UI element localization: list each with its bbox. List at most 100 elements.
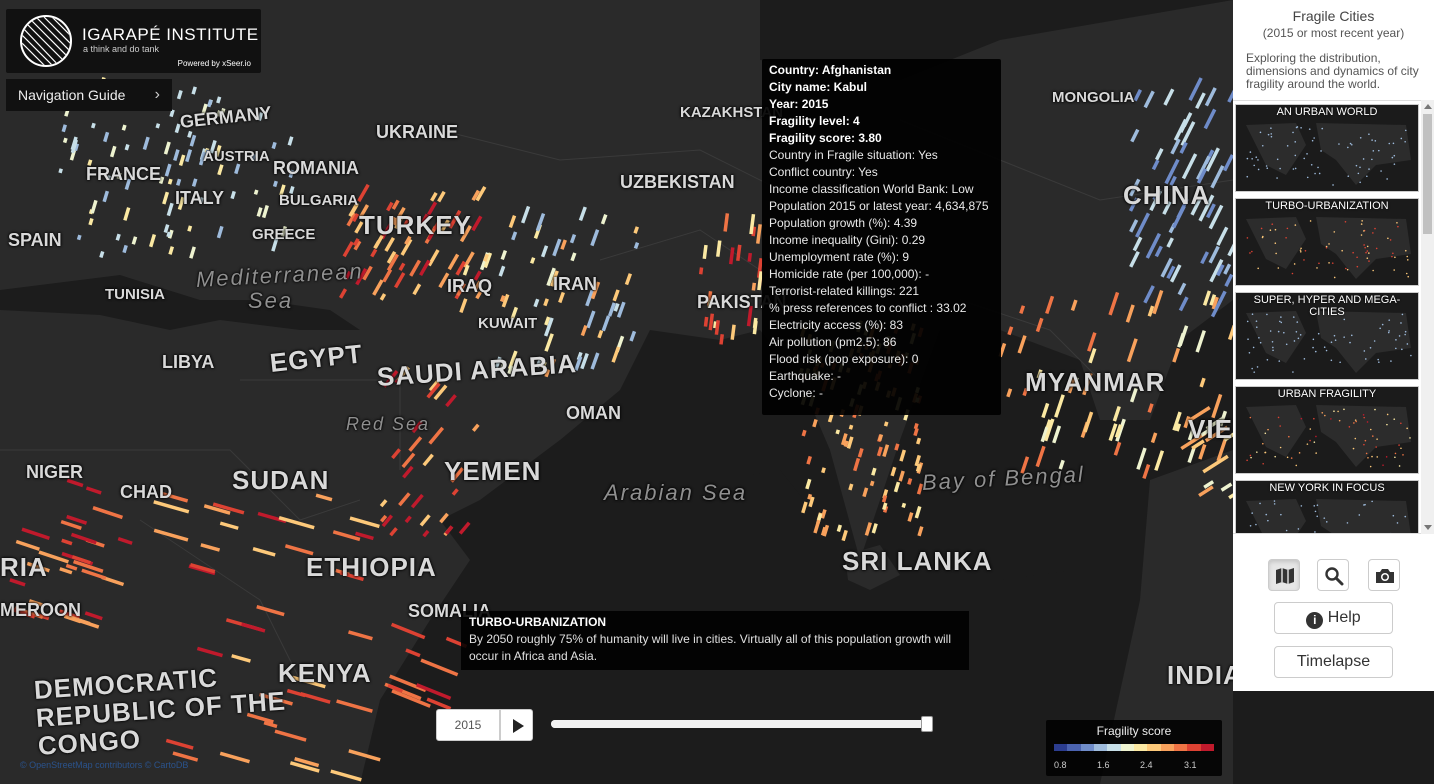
city-spike[interactable] bbox=[698, 267, 704, 275]
city-spike[interactable] bbox=[883, 421, 889, 427]
city-spike[interactable] bbox=[913, 427, 919, 437]
scrollbar-thumb[interactable] bbox=[1423, 114, 1432, 234]
city-spike[interactable] bbox=[751, 282, 757, 291]
city-spike[interactable] bbox=[901, 502, 907, 508]
city-spike[interactable] bbox=[752, 317, 758, 329]
city-spike[interactable] bbox=[58, 168, 63, 174]
city-spike[interactable] bbox=[187, 225, 193, 232]
city-spike[interactable] bbox=[869, 480, 875, 487]
city-spike[interactable] bbox=[820, 526, 827, 536]
city-spike[interactable] bbox=[633, 242, 640, 250]
city-spike[interactable] bbox=[749, 213, 756, 235]
city-spike[interactable] bbox=[915, 437, 922, 445]
city-spike[interactable] bbox=[843, 440, 849, 448]
city-spike[interactable] bbox=[714, 320, 720, 335]
city-spike[interactable] bbox=[1045, 419, 1052, 429]
city-spike[interactable] bbox=[122, 244, 128, 254]
help-button[interactable]: i Help bbox=[1274, 602, 1393, 634]
city-spike[interactable] bbox=[167, 178, 173, 185]
city-spike[interactable] bbox=[163, 224, 170, 234]
story-card-turbo-urbanization[interactable]: TURBO-URBANIZATION bbox=[1235, 198, 1419, 286]
city-spike[interactable] bbox=[131, 236, 138, 245]
card-list-scrollbar[interactable] bbox=[1421, 100, 1434, 534]
city-spike[interactable] bbox=[894, 443, 900, 451]
city-spike[interactable] bbox=[877, 433, 884, 442]
city-spike[interactable] bbox=[757, 271, 763, 291]
city-spike[interactable] bbox=[756, 224, 762, 244]
city-spike[interactable] bbox=[88, 217, 94, 226]
city-spike[interactable] bbox=[835, 429, 841, 435]
city-spike[interactable] bbox=[230, 190, 236, 200]
city-spike[interactable] bbox=[272, 180, 278, 188]
city-spike[interactable] bbox=[597, 329, 604, 339]
city-spike[interactable] bbox=[801, 429, 807, 437]
city-spike[interactable] bbox=[176, 89, 183, 100]
city-spike[interactable] bbox=[907, 478, 913, 485]
city-spike[interactable] bbox=[187, 130, 193, 138]
city-spike[interactable] bbox=[191, 86, 197, 95]
city-spike[interactable] bbox=[820, 509, 827, 519]
city-spike[interactable] bbox=[708, 313, 715, 331]
scroll-down-arrow-icon[interactable] bbox=[1424, 525, 1432, 530]
city-spike[interactable] bbox=[719, 334, 725, 345]
city-spike[interactable] bbox=[543, 298, 549, 307]
city-spike[interactable] bbox=[723, 213, 730, 232]
play-button[interactable] bbox=[500, 709, 533, 741]
city-spike[interactable] bbox=[881, 495, 888, 503]
city-spike[interactable] bbox=[176, 178, 182, 186]
city-spike[interactable] bbox=[191, 178, 198, 187]
city-spike[interactable] bbox=[207, 99, 213, 108]
city-spike[interactable] bbox=[633, 226, 640, 234]
city-spike[interactable] bbox=[529, 257, 536, 264]
city-spike[interactable] bbox=[736, 244, 742, 262]
city-spike[interactable] bbox=[76, 234, 82, 241]
city-spike[interactable] bbox=[124, 144, 130, 151]
igarape-logo[interactable]: IGARAPÉ INSTITUTE a think and do tank Po… bbox=[6, 9, 261, 73]
story-card-urban-world[interactable]: AN URBAN WORLD bbox=[1235, 104, 1419, 192]
city-spike[interactable] bbox=[99, 250, 105, 259]
city-spike[interactable] bbox=[713, 321, 718, 329]
city-spike[interactable] bbox=[747, 252, 753, 262]
city-spike[interactable] bbox=[703, 316, 709, 327]
city-spike[interactable] bbox=[271, 141, 277, 150]
time-slider[interactable] bbox=[551, 716, 934, 732]
city-spike[interactable] bbox=[121, 124, 127, 131]
city-spike[interactable] bbox=[168, 246, 175, 255]
timelapse-button[interactable]: Timelapse bbox=[1274, 646, 1393, 678]
city-spike[interactable] bbox=[806, 455, 812, 465]
city-spike[interactable] bbox=[848, 483, 854, 491]
screenshot-button[interactable] bbox=[1368, 559, 1400, 591]
city-spike[interactable] bbox=[807, 493, 813, 500]
city-spike[interactable] bbox=[890, 466, 897, 477]
city-spike[interactable] bbox=[728, 247, 735, 265]
city-spike[interactable] bbox=[915, 463, 922, 472]
map-attribution[interactable]: © OpenStreetMap contributors © CartoDB bbox=[20, 760, 188, 770]
search-button[interactable] bbox=[1317, 559, 1349, 591]
city-spike[interactable] bbox=[730, 324, 736, 340]
story-card-mega-cities[interactable]: SUPER, HYPER AND MEGA-CITIES bbox=[1235, 292, 1419, 380]
city-spike[interactable] bbox=[821, 467, 826, 474]
city-spike[interactable] bbox=[871, 467, 877, 476]
city-spike[interactable] bbox=[166, 231, 172, 238]
story-card-new-york[interactable]: NEW YORK IN FOCUS bbox=[1235, 480, 1419, 533]
city-spike[interactable] bbox=[499, 295, 506, 303]
city-spike[interactable] bbox=[90, 122, 96, 129]
city-spike[interactable] bbox=[1007, 326, 1014, 336]
city-spike[interactable] bbox=[155, 123, 161, 129]
city-spike[interactable] bbox=[907, 512, 914, 522]
city-spike[interactable] bbox=[61, 124, 67, 133]
city-spike[interactable] bbox=[115, 233, 121, 241]
city-spike[interactable] bbox=[715, 240, 722, 257]
time-slider-handle[interactable] bbox=[921, 716, 934, 732]
city-spike[interactable] bbox=[1019, 305, 1026, 314]
city-spike[interactable] bbox=[836, 524, 842, 532]
city-spike[interactable] bbox=[857, 448, 864, 458]
city-spike[interactable] bbox=[702, 244, 708, 260]
city-spike[interactable] bbox=[848, 424, 854, 430]
city-spike[interactable] bbox=[62, 137, 68, 144]
story-card-urban-fragility[interactable]: URBAN FRAGILITY bbox=[1235, 386, 1419, 474]
city-spike[interactable] bbox=[174, 123, 181, 134]
map-view-button[interactable] bbox=[1268, 559, 1300, 591]
city-spike[interactable] bbox=[287, 136, 294, 146]
city-spike[interactable] bbox=[882, 502, 888, 511]
